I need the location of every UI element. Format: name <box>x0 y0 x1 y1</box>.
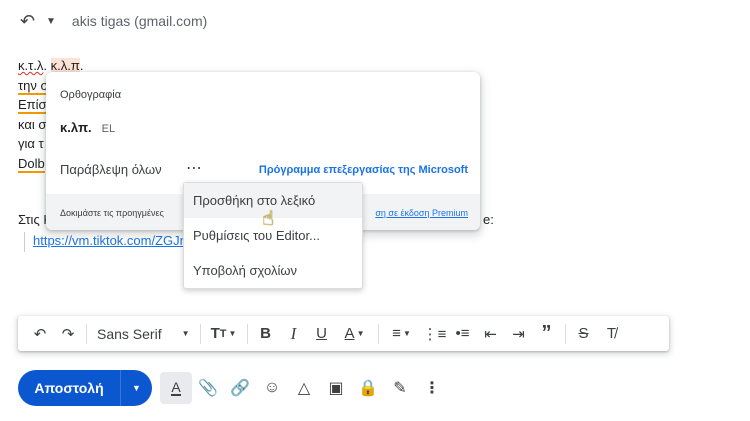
google-drive-icon[interactable]: △ <box>288 372 320 404</box>
more-options-icon[interactable]: ⋮ <box>416 372 448 404</box>
numbered-list-icon[interactable]: ⋮≡ <box>421 320 449 348</box>
suggestion-word[interactable]: κ.λπ. <box>60 120 92 135</box>
redo-icon[interactable]: ↷ <box>54 320 82 348</box>
formatting-options-icon[interactable]: A <box>160 372 192 404</box>
indent-less-icon[interactable]: ⇤ <box>477 320 505 348</box>
send-label[interactable]: Αποστολή <box>18 380 120 396</box>
divider <box>564 323 566 344</box>
font-select[interactable]: Sans Serif ▼ <box>91 326 196 342</box>
reply-icon[interactable]: ↶ <box>20 11 38 32</box>
ignore-all-button[interactable]: Παράβλεψη όλων <box>60 162 162 177</box>
send-button[interactable]: Αποστολή ▼ <box>18 370 152 406</box>
suggestion-language: EL <box>101 123 116 135</box>
link-row: https://vm.tiktok.com/ZGJn <box>24 232 187 252</box>
emoji-icon[interactable]: ☺ <box>256 372 288 404</box>
misspelled-word-selected[interactable]: κ.λ.π <box>50 58 80 73</box>
undo-icon[interactable]: ↶ <box>26 320 54 348</box>
tiktok-link[interactable]: https://vm.tiktok.com/ZGJn <box>33 233 187 248</box>
bulleted-list-icon[interactable]: •≡ <box>449 320 477 348</box>
more-options-icon[interactable]: ⋯ <box>186 158 203 178</box>
spelling-title: Ορθογραφία <box>60 89 122 101</box>
compose-tools: A 📎 🔗 ☺ △ ▣ 🔒 ✎ ⋮ <box>160 372 448 404</box>
more-options-menu: Προσθήκη στο λεξικό Ρυθμίσεις του Editor… <box>183 182 363 289</box>
text-size-icon[interactable]: T T ▼ <box>205 320 243 348</box>
chevron-down-icon: ▼ <box>181 329 190 338</box>
align-icon[interactable]: ≡ ▼ <box>383 320 421 348</box>
chevron-down-icon[interactable]: ▼ <box>46 16 56 27</box>
underline-icon[interactable]: U <box>308 320 336 348</box>
indent-more-icon[interactable]: ⇥ <box>505 320 533 348</box>
remove-formatting-icon[interactable]: T̸ <box>598 320 626 348</box>
attach-file-icon[interactable]: 📎 <box>192 372 224 404</box>
signature-icon[interactable]: ✎ <box>384 372 416 404</box>
divider <box>246 323 248 344</box>
reply-header: ↶ ▼ akis tigas (gmail.com) <box>20 10 207 32</box>
misspelled-word[interactable]: κ.τ.λ <box>18 58 43 73</box>
formatting-toolbar: ↶ ↷ Sans Serif ▼ T T ▼ B I U A ▼ ≡ ▼ ⋮≡ •≡ ⇤… <box>18 316 669 351</box>
schedule-send-chevron-icon[interactable]: ▼ <box>121 383 152 393</box>
menu-item-send-feedback[interactable]: Υποβολή σχολίων <box>184 253 362 288</box>
insert-photo-icon[interactable]: ▣ <box>320 372 352 404</box>
divider <box>86 323 87 344</box>
insert-link-icon[interactable]: 🔗 <box>224 372 256 404</box>
try-premium-text: Δοκιμάστε τις προηγμένες <box>60 208 164 218</box>
spelling-suggestion[interactable]: κ.λπ. EL <box>60 120 115 135</box>
recipient[interactable]: akis tigas (gmail.com) <box>72 13 207 29</box>
divider <box>377 323 379 344</box>
hand-cursor-icon: ☝ <box>262 208 275 230</box>
italic-icon[interactable]: I <box>280 320 308 348</box>
bold-icon[interactable]: B <box>252 320 280 348</box>
text-color-icon[interactable]: A ▼ <box>336 320 374 348</box>
confidential-mode-icon[interactable]: 🔒 <box>352 372 384 404</box>
premium-link[interactable]: ση σε έκδοση Premium <box>373 208 468 218</box>
microsoft-editor-link[interactable]: Πρόγραμμα επεξεργασίας της Microsoft <box>259 164 468 176</box>
strikethrough-icon[interactable]: S <box>570 320 598 348</box>
divider <box>199 323 201 344</box>
share-line-end: e: <box>483 212 494 227</box>
font-name: Sans Serif <box>97 325 162 342</box>
quote-icon[interactable]: ” <box>533 320 561 348</box>
